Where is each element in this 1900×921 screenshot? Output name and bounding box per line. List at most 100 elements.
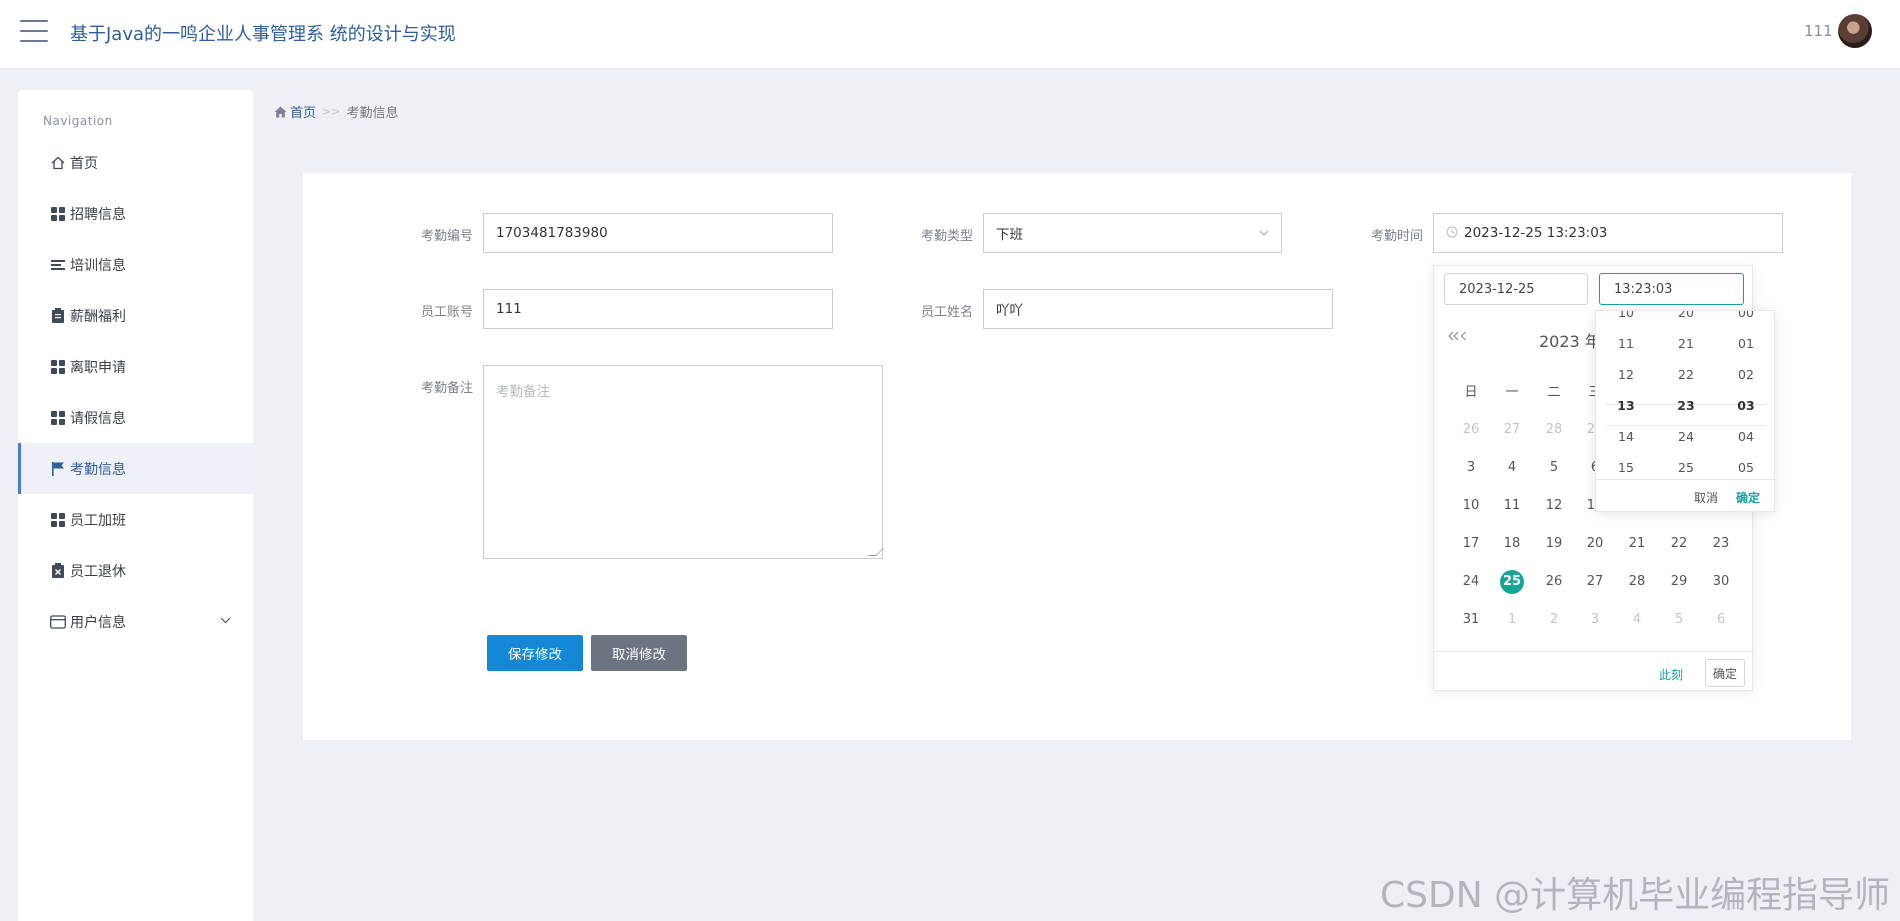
minute-option[interactable]: 25 [1656, 460, 1716, 475]
picker-ok-button[interactable]: 确定 [1705, 659, 1745, 687]
attendance-type-label: 考勤类型 [920, 229, 973, 244]
calendar-day[interactable]: 23 [1706, 532, 1736, 556]
breadcrumb: 首页 >> 考勤信息 [274, 102, 398, 121]
calendar-day[interactable]: 29 [1664, 570, 1694, 594]
resize-handle-icon[interactable] [868, 548, 884, 556]
calendar-day[interactable]: 4 [1622, 608, 1652, 632]
picker-title: 2023 年 [1539, 332, 1601, 351]
now-link[interactable]: 此刻 [1659, 666, 1683, 683]
grid-icon [50, 512, 66, 528]
calendar-day[interactable]: 4 [1497, 456, 1527, 480]
remark-textarea[interactable]: 考勤备注 [483, 365, 884, 559]
sidebar-item-home[interactable]: 首页 [18, 137, 253, 188]
sidebar-item-label: 考勤信息 [70, 461, 126, 478]
cancel-button[interactable]: 取消修改 [591, 635, 687, 671]
second-option[interactable]: 03 [1716, 398, 1774, 413]
clipboard-icon [50, 308, 66, 324]
hour-option[interactable]: 10 [1596, 311, 1656, 320]
menu-toggle-icon[interactable] [20, 20, 48, 44]
save-button[interactable]: 保存修改 [487, 635, 583, 671]
calendar-day[interactable]: 12 [1539, 494, 1569, 518]
calendar-day[interactable]: 3 [1580, 608, 1610, 632]
breadcrumb-home-label[interactable]: 首页 [290, 102, 316, 121]
hour-option[interactable]: 14 [1596, 429, 1656, 444]
picker-time-input[interactable]: 13:23:03 [1599, 273, 1744, 305]
remark-placeholder: 考勤备注 [496, 384, 550, 400]
calendar-day[interactable]: 26 [1456, 418, 1486, 442]
time-ok-button[interactable]: 确定 [1736, 489, 1760, 506]
second-option[interactable]: 02 [1716, 367, 1774, 382]
calendar-day[interactable]: 6 [1706, 608, 1736, 632]
sidebar-item-attendance[interactable]: 考勤信息 [18, 443, 253, 494]
calendar-day[interactable]: 1 [1497, 608, 1527, 632]
minute-option[interactable]: 22 [1656, 367, 1716, 382]
calendar-day[interactable]: 18 [1497, 532, 1527, 556]
user-name[interactable]: 111 [1804, 22, 1833, 40]
calendar-day[interactable]: 5 [1664, 608, 1694, 632]
minute-option[interactable]: 20 [1656, 311, 1716, 320]
second-option[interactable]: 05 [1716, 460, 1774, 475]
attendance-id-label: 考勤编号 [420, 229, 473, 244]
employee-account-input[interactable]: 111 [483, 289, 833, 329]
calendar-day[interactable]: 5 [1539, 456, 1569, 480]
time-footer-divider [1596, 479, 1774, 480]
hour-option[interactable]: 11 [1596, 336, 1656, 351]
sidebar-item-resignation[interactable]: 离职申请 [18, 341, 253, 392]
calendar-day[interactable]: 22 [1664, 532, 1694, 556]
picker-footer-divider [1434, 651, 1754, 652]
sidebar-item-retirement[interactable]: 员工退休 [18, 545, 253, 596]
prev-month-icon[interactable] [1460, 329, 1467, 345]
sidebar-item-overtime[interactable]: 员工加班 [18, 494, 253, 545]
wallet-icon [50, 614, 66, 630]
calendar-day[interactable]: 27 [1497, 418, 1527, 442]
second-option[interactable]: 04 [1716, 429, 1774, 444]
employee-name-input[interactable]: 吖吖 [983, 289, 1333, 329]
time-spinner: 10 11 12 13 14 15 20 21 22 23 24 25 00 01 02 03 04 05 取… [1595, 310, 1775, 512]
time-cancel-button[interactable]: 取消 [1694, 489, 1718, 506]
calendar-day[interactable]: 3 [1456, 456, 1486, 480]
second-option[interactable]: 00 [1716, 311, 1774, 320]
calendar-day[interactable]: 11 [1497, 494, 1527, 518]
hour-option[interactable]: 13 [1596, 398, 1656, 413]
prev-year-icon[interactable] [1448, 329, 1460, 345]
calendar-day[interactable]: 30 [1706, 570, 1736, 594]
chevron-down-icon[interactable] [220, 613, 231, 627]
minute-option[interactable]: 21 [1656, 336, 1716, 351]
sidebar-item-recruitment[interactable]: 招聘信息 [18, 188, 253, 239]
calendar-day[interactable]: 19 [1539, 532, 1569, 556]
calendar-day[interactable]: 27 [1580, 570, 1610, 594]
sidebar-item-salary[interactable]: 薪酬福利 [18, 290, 253, 341]
calendar-day[interactable]: 21 [1622, 532, 1652, 556]
calendar-day[interactable]: 17 [1456, 532, 1486, 556]
attendance-type-select[interactable]: 下班 [983, 213, 1282, 253]
hour-option[interactable]: 15 [1596, 460, 1656, 475]
calendar-day[interactable]: 2 [1539, 608, 1569, 632]
picker-date-input[interactable]: 2023-12-25 [1444, 273, 1588, 305]
minute-option[interactable]: 23 [1656, 398, 1716, 413]
breadcrumb-home[interactable]: 首页 [274, 102, 316, 121]
minute-option[interactable]: 24 [1656, 429, 1716, 444]
watermark: CSDN @计算机毕业编程指导师 [1380, 875, 1891, 916]
second-option[interactable]: 01 [1716, 336, 1774, 351]
sidebar-item-label: 培训信息 [70, 257, 126, 274]
attendance-id-input[interactable]: 1703481783980 [483, 213, 833, 253]
grid-icon [50, 206, 66, 222]
sidebar-item-label: 离职申请 [70, 359, 126, 376]
hour-option[interactable]: 12 [1596, 367, 1656, 382]
calendar-day[interactable]: 26 [1539, 570, 1569, 594]
calendar-day[interactable]: 28 [1622, 570, 1652, 594]
avatar[interactable] [1838, 14, 1872, 48]
grid-icon [50, 410, 66, 426]
sidebar-item-training[interactable]: 培训信息 [18, 239, 253, 290]
attendance-time-input[interactable]: 2023-12-25 13:23:03 [1433, 213, 1783, 253]
calendar-day[interactable]: 31 [1456, 608, 1486, 632]
calendar-day[interactable]: 10 [1456, 494, 1486, 518]
calendar-day[interactable]: 25 [1500, 570, 1524, 594]
weekday-tue: 二 [1547, 385, 1561, 400]
calendar-day[interactable]: 28 [1539, 418, 1569, 442]
sidebar-item-user-info[interactable]: 用户信息 [18, 596, 253, 647]
calendar-day[interactable]: 24 [1456, 570, 1486, 594]
calendar-day[interactable]: 20 [1580, 532, 1610, 556]
employee-account-label: 员工账号 [420, 305, 473, 320]
sidebar-item-leave[interactable]: 请假信息 [18, 392, 253, 443]
